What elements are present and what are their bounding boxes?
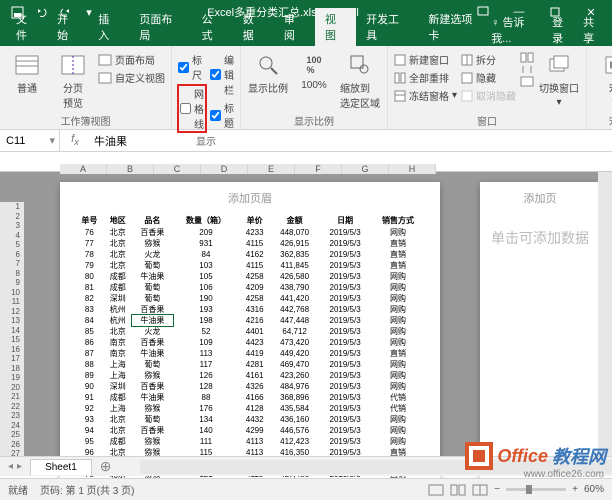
view-layout-icon[interactable] — [450, 484, 466, 496]
view-custom-button[interactable]: 自定义视图 — [98, 70, 165, 85]
zoom-slider[interactable] — [506, 488, 566, 491]
table-row[interactable]: 86南京百香果1094423473,4202019/5/3网购 — [75, 337, 425, 348]
zoom-100-button[interactable]: 100%100% — [293, 50, 335, 91]
formula-bar: C11▾ fx 牛油果 — [0, 130, 612, 152]
column-headers[interactable]: ABCDEFGH — [60, 164, 436, 174]
formula-input[interactable]: 牛油果 — [90, 133, 612, 149]
office-logo-icon — [465, 442, 493, 470]
chk-gridlines[interactable]: 网格线 — [178, 85, 206, 132]
tab-newtab[interactable]: 新建选项卡 — [418, 8, 491, 46]
table-row[interactable]: 92上海猕猴1764128435,5842019/5/3代销 — [75, 403, 425, 414]
group-zoom-label: 显示比例 — [247, 112, 381, 128]
view-pagelayout-button[interactable]: 页面布局 — [98, 52, 165, 67]
sheet-nav-prev-icon[interactable]: ◂ — [8, 461, 13, 472]
unhide-button[interactable]: 取消隐藏 — [461, 88, 516, 103]
name-box[interactable]: C11▾ — [0, 130, 60, 151]
view-break-icon[interactable] — [472, 484, 488, 496]
tab-data[interactable]: 数据 — [233, 8, 274, 46]
tab-home[interactable]: 开始 — [47, 8, 88, 46]
table-row[interactable]: 94北京百香果1404299446,5762019/5/3网购 — [75, 425, 425, 436]
table-row[interactable]: 88上海葡萄1174281469,4702019/5/3网购 — [75, 359, 425, 370]
split-button[interactable]: 拆分 — [461, 52, 516, 67]
page-header-placeholder[interactable]: 添加页眉 — [60, 182, 440, 214]
tab-file[interactable]: 文件 — [6, 8, 47, 46]
table-row[interactable]: 90深圳百香果1284326484,9762019/5/3网购 — [75, 381, 425, 392]
row-headers[interactable]: 1234567891011121314151617181920212223242… — [0, 202, 24, 468]
view-normal-icon[interactable] — [428, 484, 444, 496]
hide-button[interactable]: 隐藏 — [461, 70, 516, 85]
freeze-panes-button[interactable]: 冻结窗格 ▾ — [394, 88, 457, 103]
tab-insert[interactable]: 插入 — [88, 8, 129, 46]
page-preview-2[interactable]: 添加页 单击可添加数据 — [480, 182, 600, 482]
arrange-all-button[interactable]: 全部重排 — [394, 70, 457, 85]
table-row[interactable]: 89上海猕猴1264161423,2602019/5/3网购 — [75, 370, 425, 381]
signin[interactable]: 登录 — [552, 14, 573, 46]
data-table[interactable]: 单号地区品名数量（箱）单价金额日期销售方式76北京百香果2094233448,0… — [75, 214, 425, 491]
tab-view[interactable]: 视图 — [315, 8, 356, 46]
table-row[interactable]: 95成都猕猴1114113412,4232019/5/3网购 — [75, 436, 425, 447]
switch-window-button[interactable]: 切换窗口 ▾ — [538, 50, 580, 108]
table-row[interactable]: 87南京牛油果1134419449,4202019/5/3直销 — [75, 348, 425, 359]
status-page: 页码: 第 1 页(共 3 页) — [40, 482, 134, 497]
tab-layout[interactable]: 页面布局 — [129, 8, 191, 46]
sheet-area: ABCDEFGH 1234567891011121314151617181920… — [0, 152, 612, 476]
table-row[interactable]: 77北京猕猴9314115426,9152019/5/3直销 — [75, 238, 425, 249]
sheet-nav-next-icon[interactable]: ▸ — [17, 461, 22, 472]
zoom-out-icon[interactable]: − — [494, 484, 500, 495]
zoom-selection-button[interactable]: 缩放到 选定区域 — [339, 50, 381, 110]
status-bar: 就绪 页码: 第 1 页(共 3 页) − + 60% — [0, 478, 612, 500]
table-row[interactable]: 85北京火龙52440164,7122019/5/3网购 — [75, 326, 425, 337]
macros-button[interactable]: 宏 ▾ — [593, 50, 612, 108]
table-row[interactable]: 79北京葡萄1034115411,8452019/5/3直销 — [75, 260, 425, 271]
ribbon-tabs: 文件 开始 插入 页面布局 公式 数据 审阅 视图 开发工具 新建选项卡 ♀ 告… — [0, 24, 612, 46]
group-workbook-views-label: 工作簿视图 — [6, 112, 165, 128]
share[interactable]: 共享 — [583, 14, 604, 46]
table-row[interactable]: 76北京百香果2094233448,0702019/5/3网购 — [75, 227, 425, 238]
table-row[interactable]: 82深圳葡萄1904258441,4202019/5/3网购 — [75, 293, 425, 304]
new-window-button[interactable]: 新建窗口 — [394, 52, 457, 67]
status-ready: 就绪 — [8, 482, 28, 497]
chk-ruler[interactable]: 标尺 — [178, 52, 206, 82]
table-row[interactable]: 78北京火龙844162362,8352019/5/3直销 — [75, 249, 425, 260]
watermark: Office教程网 www.office26.com — [465, 442, 606, 470]
vertical-scrollbar[interactable] — [598, 172, 612, 476]
chk-headings[interactable]: 标题 — [210, 100, 234, 130]
add-sheet-icon[interactable]: ⊕ — [92, 458, 120, 475]
view-pagebreak-button[interactable]: 分页 预览 — [52, 50, 94, 110]
chk-formula-bar[interactable]: 编辑栏 — [210, 52, 234, 97]
view-normal-button[interactable]: 普通 — [6, 50, 48, 95]
zoom-button[interactable]: 显示比例 — [247, 50, 289, 95]
table-row[interactable]: 83杭州百香果1934316442,7682019/5/3网购 — [75, 304, 425, 315]
reset-pos-icon[interactable] — [520, 76, 534, 87]
tab-review[interactable]: 审阅 — [274, 8, 315, 46]
table-row[interactable]: 80成都牛油果1054258426,5802019/5/3网购 — [75, 271, 425, 282]
table-row[interactable]: 84杭州牛油果1984216447,4482019/5/3网购 — [75, 315, 425, 326]
page-preview-1[interactable]: 添加页眉 单号地区品名数量（箱）单价金额日期销售方式76北京百香果2094233… — [60, 182, 440, 482]
table-row[interactable]: 93北京葡萄1344432436,1602019/5/3网购 — [75, 414, 425, 425]
sync-scroll-icon[interactable] — [520, 64, 534, 75]
table-row[interactable]: 81成都葡萄1064209438,7902019/5/3网购 — [75, 282, 425, 293]
table-row[interactable]: 91成都牛油果884166368,8962019/5/3代销 — [75, 392, 425, 403]
group-window-label: 窗口 — [394, 112, 580, 128]
fx-icon[interactable]: fx — [60, 133, 90, 147]
tab-developer[interactable]: 开发工具 — [356, 8, 418, 46]
tell-me[interactable]: ♀ 告诉我... — [491, 14, 542, 46]
tab-formula[interactable]: 公式 — [192, 8, 233, 46]
side-by-side-icon[interactable] — [520, 52, 534, 63]
add-data-placeholder[interactable]: 单击可添加数据 — [491, 214, 589, 248]
ribbon: 普通 分页 预览 页面布局 自定义视图 工作簿视图 标尺 网格线 编辑栏 标题 … — [0, 46, 612, 130]
zoom-level[interactable]: 60% — [584, 484, 604, 495]
sheet-tab-sheet1[interactable]: Sheet1 — [30, 459, 92, 475]
zoom-in-icon[interactable]: + — [572, 484, 578, 495]
group-macros-label: 宏 — [593, 112, 612, 128]
